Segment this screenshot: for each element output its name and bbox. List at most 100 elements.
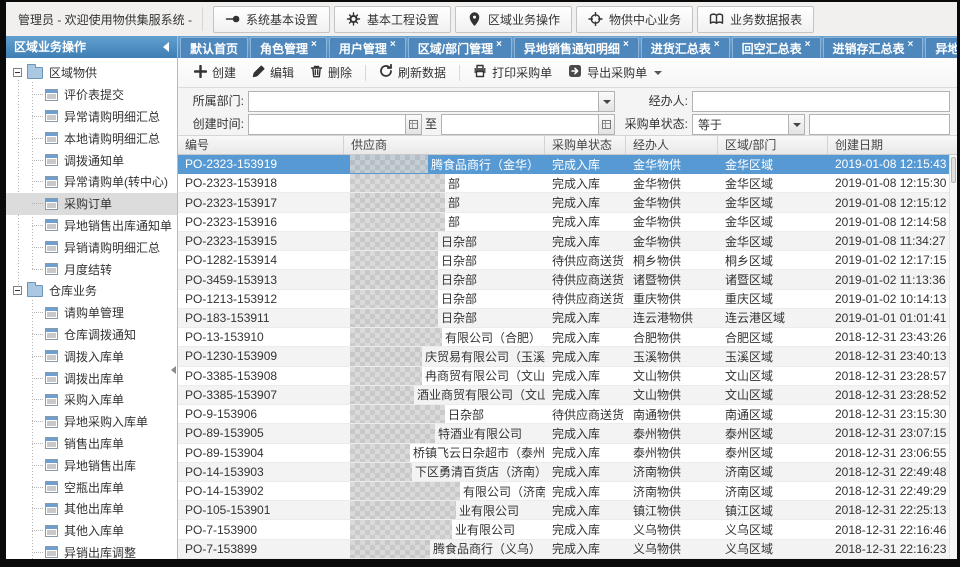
- table-row[interactable]: PO-3385-153908 冉商贸有限公司（文山） 完成入库 文山物供 文山区…: [178, 367, 957, 386]
- column-header-po[interactable]: 编号: [178, 136, 344, 154]
- print-purchase-order-button[interactable]: 打印采购单: [465, 60, 560, 85]
- table-row[interactable]: PO-2323-153918 部 完成入库 金华物供 金华区域 2019-01-…: [178, 174, 957, 193]
- export-purchase-order-button[interactable]: 导出采购单: [560, 60, 670, 85]
- table-row[interactable]: PO-1282-153914 日杂部 待供应商送货 桐乡物供 桐乡区域 2019…: [178, 251, 957, 270]
- splitter-collapse-icon[interactable]: [171, 366, 176, 374]
- table-row[interactable]: PO-2323-153917 部 完成入库 金华物供 金华区域 2019-01-…: [178, 193, 957, 212]
- tree-item[interactable]: 区域物供: [6, 62, 177, 84]
- tree-collapse-icon[interactable]: [13, 286, 22, 295]
- calendar-icon[interactable]: [405, 115, 421, 134]
- tree-item[interactable]: 异地销售出库通知单: [6, 215, 177, 237]
- window-icon: [45, 241, 58, 253]
- tree-item[interactable]: 空瓶出库单: [6, 476, 177, 498]
- calendar-icon[interactable]: [598, 115, 614, 134]
- create-button[interactable]: 创建: [186, 60, 244, 85]
- tab[interactable]: 回空汇总表 ×: [732, 37, 821, 58]
- agent-input[interactable]: [692, 91, 950, 112]
- table-row[interactable]: PO-2323-153915 日杂部 完成入库 金华物供 金华区域 2019-0…: [178, 232, 957, 251]
- tab-label: 区域/部门管理: [418, 40, 493, 57]
- tree-item[interactable]: 请购单管理: [6, 302, 177, 324]
- status-operator-select[interactable]: 等于: [692, 114, 805, 135]
- tree-item[interactable]: 仓库业务: [6, 280, 177, 302]
- scrollbar-thumb[interactable]: [951, 157, 956, 183]
- table-row[interactable]: PO-105-153901 业有限公司 完成入库 镇江物供 镇江区域 2018-…: [178, 501, 957, 520]
- created-time-label: 创建时间:: [178, 114, 244, 135]
- cell-created-date: 2018-12-31 23:07:15: [828, 424, 957, 442]
- table-row[interactable]: PO-14-153902 有限公司（济南） 完成入库 济南物供 济南区域 201…: [178, 482, 957, 501]
- tab-close-icon[interactable]: ×: [311, 39, 317, 50]
- table-row[interactable]: PO-89-153904 桥镇飞云日杂超市（泰州） 完成入库 泰州物供 泰州区域…: [178, 444, 957, 463]
- column-header-date[interactable]: 创建日期: [828, 136, 957, 154]
- tree-item[interactable]: 异销出库调整: [6, 542, 177, 559]
- tree-item[interactable]: 月度结转: [6, 258, 177, 280]
- tree-item[interactable]: 销售出库单: [6, 433, 177, 455]
- table-row[interactable]: PO-1230-153909 庆贸易有限公司（玉溪） 完成入库 玉溪物供 玉溪区…: [178, 347, 957, 366]
- tab[interactable]: 角色管理 ×: [250, 37, 327, 58]
- tab-close-icon[interactable]: ×: [908, 39, 914, 50]
- dropdown-arrow-icon[interactable]: [788, 115, 804, 134]
- tree-item[interactable]: 采购订单: [6, 193, 177, 215]
- tab[interactable]: 异地销售调整明细 ×: [925, 37, 957, 58]
- status-value-input[interactable]: [809, 114, 950, 135]
- refresh-button[interactable]: 刷新数据: [371, 60, 454, 85]
- column-header-region[interactable]: 区域/部门: [718, 136, 828, 154]
- tree-item[interactable]: 其他出库单: [6, 498, 177, 520]
- column-header-agent[interactable]: 经办人: [626, 136, 718, 154]
- tab-close-icon[interactable]: ×: [623, 39, 629, 50]
- button-label: 刷新数据: [398, 64, 446, 81]
- table-row[interactable]: PO-3385-153907 酒业商贸有限公司（文山） 完成入库 文山物供 文山…: [178, 386, 957, 405]
- tab[interactable]: 进货汇总表 ×: [641, 37, 730, 58]
- cell-po-number: PO-9-153906: [178, 405, 344, 423]
- date-from-input[interactable]: [248, 114, 422, 135]
- vertical-scrollbar[interactable]: [949, 155, 957, 559]
- tab[interactable]: 进销存汇总表 ×: [823, 37, 924, 58]
- tree-item[interactable]: 异常请购明细汇总: [6, 106, 177, 128]
- table-row[interactable]: PO-7-153900 业有限公司 完成入库 义乌物供 义乌区域 2018-12…: [178, 520, 957, 539]
- table-row[interactable]: PO-14-153903 下区勇清百货店（济南） 完成入库 济南物供 济南区域 …: [178, 463, 957, 482]
- column-header-supplier[interactable]: 供应商: [344, 136, 545, 154]
- tab[interactable]: 异地销售通知明细 ×: [514, 37, 639, 58]
- tab[interactable]: 用户管理 ×: [329, 37, 406, 58]
- table-row[interactable]: PO-2323-153919 腾食品商行（金华） 完成入库 金华物供 金华区域 …: [178, 155, 957, 174]
- menu-supply-center-button[interactable]: 物供中心业务: [576, 6, 693, 33]
- tab-close-icon[interactable]: ×: [496, 39, 502, 50]
- tab-close-icon[interactable]: ×: [714, 39, 720, 50]
- tab-close-icon[interactable]: ×: [390, 39, 396, 50]
- tab-close-icon[interactable]: ×: [805, 39, 811, 50]
- supplier-visible-text: 业有限公司: [455, 521, 515, 538]
- tree-item[interactable]: 异销请购明细汇总: [6, 236, 177, 258]
- tree-collapse-icon[interactable]: [13, 68, 22, 77]
- tab[interactable]: 默认首页 ×: [180, 37, 248, 58]
- tree-item[interactable]: 采购入库单: [6, 389, 177, 411]
- delete-button[interactable]: 删除: [302, 60, 360, 85]
- table-row[interactable]: PO-89-153905 特酒业有限公司 完成入库 泰州物供 泰州区域 2018…: [178, 424, 957, 443]
- tree-item[interactable]: 调拨入库单: [6, 345, 177, 367]
- menu-system-settings-button[interactable]: 系统基本设置: [213, 6, 330, 33]
- edit-button[interactable]: 编辑: [244, 60, 302, 85]
- tree-item[interactable]: 异地销售出库: [6, 454, 177, 476]
- menu-regional-operations-button[interactable]: 区域业务操作: [455, 6, 572, 33]
- column-header-status[interactable]: 采购单状态: [545, 136, 626, 154]
- tree-item[interactable]: 其他入库单: [6, 520, 177, 542]
- tree-item[interactable]: 调拨出库单: [6, 367, 177, 389]
- table-row[interactable]: PO-7-153899 腾食品商行（义乌） 完成入库 义乌物供 义乌区域 201…: [178, 540, 957, 559]
- table-row[interactable]: PO-183-153911 日杂部 完成入库 连云港物供 连云港区域 2019-…: [178, 309, 957, 328]
- menu-data-reports-button[interactable]: 业务数据报表: [697, 6, 814, 33]
- menu-engineering-settings-button[interactable]: 基本工程设置: [334, 6, 451, 33]
- table-row[interactable]: PO-9-153906 日杂部 待供应商送货 南通物供 南通区域 2018-12…: [178, 405, 957, 424]
- table-row[interactable]: PO-3459-153913 日杂部 待供应商送货 诸暨物供 诸暨区域 2019…: [178, 270, 957, 289]
- table-row[interactable]: PO-1213-153912 日杂部 待供应商送货 重庆物供 重庆区域 2019…: [178, 290, 957, 309]
- table-row[interactable]: PO-2323-153916 部 完成入库 金华物供 金华区域 2019-01-…: [178, 213, 957, 232]
- dropdown-arrow-icon[interactable]: [598, 92, 614, 111]
- sidebar-collapse-icon[interactable]: [163, 42, 169, 52]
- tab[interactable]: 区域/部门管理 ×: [408, 37, 512, 58]
- tree-item[interactable]: 调拨通知单: [6, 149, 177, 171]
- tree-item[interactable]: 本地请购明细汇总: [6, 127, 177, 149]
- tree-item[interactable]: 评价表提交: [6, 84, 177, 106]
- tree-item[interactable]: 异常请购单(转中心): [6, 171, 177, 193]
- date-to-input[interactable]: [441, 114, 615, 135]
- table-row[interactable]: PO-13-153910 有限公司（合肥） 完成入库 合肥物供 合肥区域 201…: [178, 328, 957, 347]
- department-select[interactable]: [248, 91, 615, 112]
- tree-item[interactable]: 异地采购入库单: [6, 411, 177, 433]
- tree-item[interactable]: 仓库调拨通知: [6, 324, 177, 346]
